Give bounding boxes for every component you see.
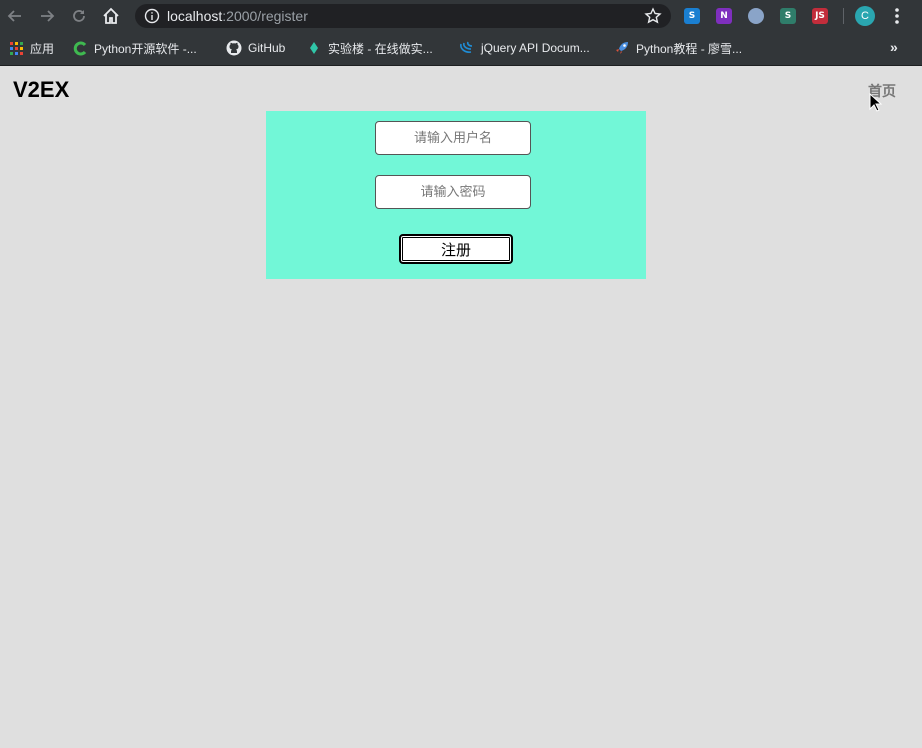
s-extension-icon[interactable]: S (780, 8, 796, 24)
username-input[interactable] (375, 121, 531, 155)
bookmarks-overflow-button[interactable]: » (890, 39, 898, 55)
browser-toolbar: localhost:2000/register S N S JS C (0, 0, 922, 32)
js-extension-icon[interactable]: JS (812, 8, 828, 24)
jquery-icon (459, 40, 475, 56)
info-icon[interactable] (144, 8, 160, 24)
forward-arrow-icon (41, 10, 55, 22)
bookmark-label: Python教程 - 廖雪... (636, 41, 743, 56)
browser-menu-icon[interactable] (889, 6, 905, 26)
profile-avatar[interactable]: C (855, 6, 875, 26)
bookmark-label: jQuery API Docum... (481, 41, 590, 55)
bookmark-jquery[interactable]: jQuery API Docum... (459, 40, 590, 56)
reload-button[interactable] (69, 6, 89, 26)
github-icon (226, 40, 242, 56)
back-button[interactable] (5, 6, 25, 26)
bookmark-label: 实验楼 - 在线做实... (328, 41, 433, 56)
toolbar-divider (843, 8, 844, 24)
url-host: localhost (167, 8, 223, 24)
password-input[interactable] (375, 175, 531, 209)
url-path: :2000/register (222, 8, 308, 24)
bookmarks-bar: 应用 Python开源软件 -... GitHub 实验楼 - 在线做实... … (0, 32, 922, 66)
register-button[interactable]: 注册 (399, 234, 513, 264)
address-bar[interactable]: localhost:2000/register (135, 4, 671, 28)
reload-icon (73, 10, 85, 22)
circle-extension-icon[interactable] (748, 8, 764, 24)
back-arrow-icon (7, 10, 21, 22)
home-button[interactable] (101, 6, 121, 26)
bookmark-shiyanlou[interactable]: 实验楼 - 在线做实... (306, 40, 433, 56)
apps-grid-icon (8, 40, 24, 56)
forward-button[interactable] (37, 6, 57, 26)
site-logo[interactable]: V2EX (13, 77, 69, 103)
shiyanlou-icon (306, 40, 322, 56)
c-logo-icon (72, 40, 88, 56)
bookmark-python-tutorial[interactable]: Python教程 - 廖雪... (614, 40, 742, 56)
page-viewport: V2EX 首页 注册 (0, 67, 922, 748)
home-icon (103, 7, 119, 24)
rocket-icon (614, 40, 630, 56)
onenote-icon[interactable]: N (716, 8, 732, 24)
register-form: 注册 (266, 111, 646, 279)
bookmark-python-oss[interactable]: Python开源软件 -... (72, 40, 197, 56)
mouse-cursor-icon (869, 93, 883, 112)
bookmark-apps[interactable]: 应用 (8, 40, 54, 56)
bookmark-label: 应用 (30, 41, 55, 56)
bookmark-star-icon[interactable] (644, 7, 662, 25)
bookmark-label: GitHub (248, 41, 286, 55)
address-url: localhost:2000/register (167, 8, 308, 24)
bookmark-label: Python开源软件 -... (94, 41, 197, 56)
bookmark-github[interactable]: GitHub (226, 40, 285, 56)
slack-like-icon[interactable]: S (684, 8, 700, 24)
